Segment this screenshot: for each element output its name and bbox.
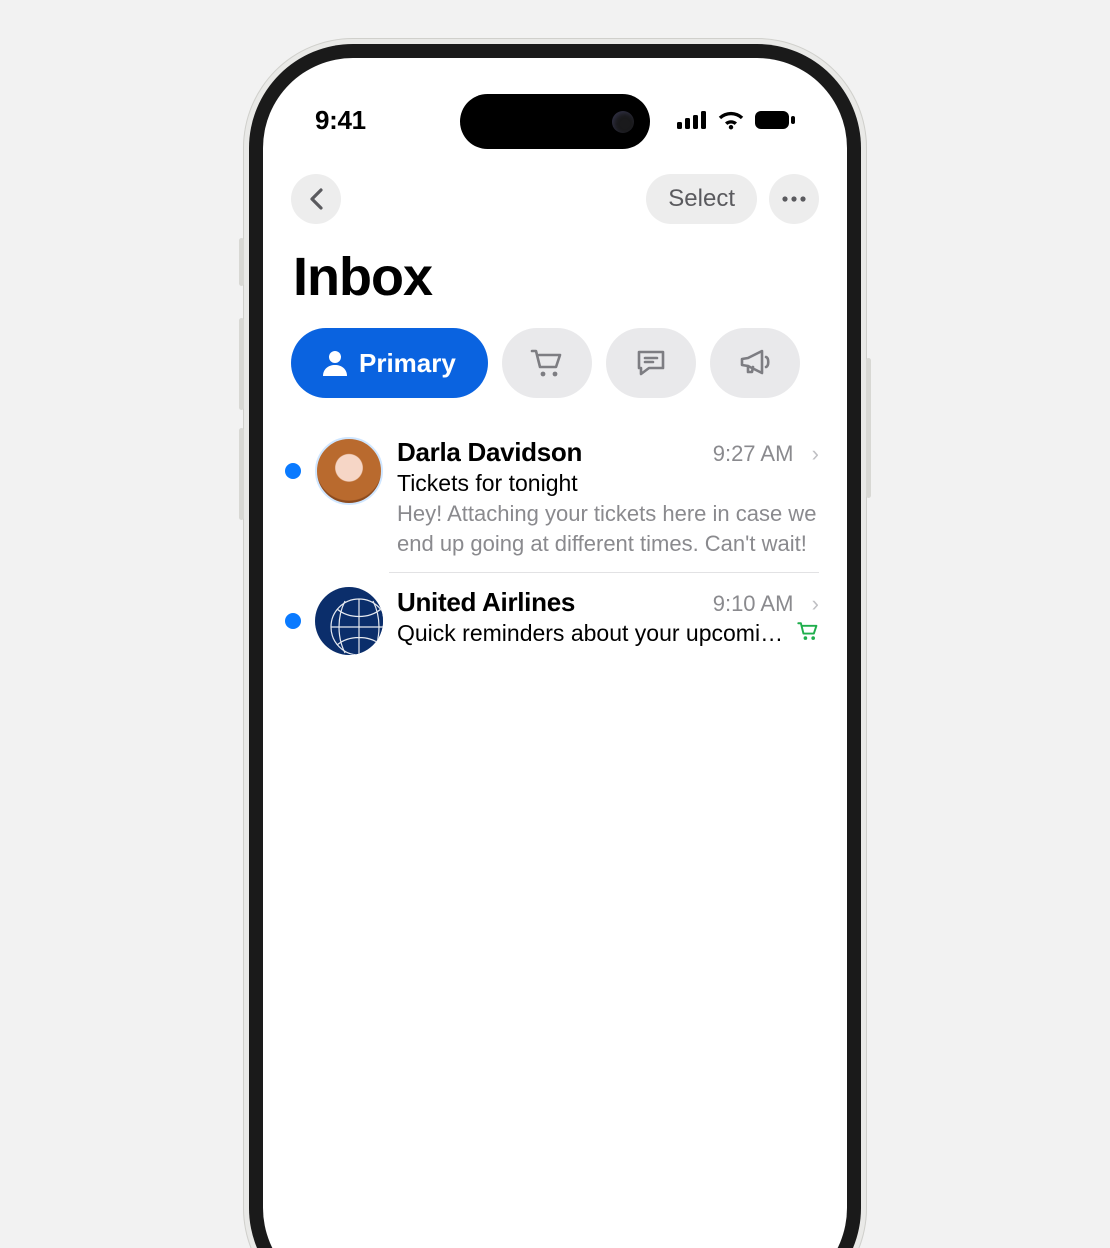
page-title: Inbox [293,246,819,308]
cellular-icon [677,111,707,129]
cart-icon [530,348,564,378]
screen: 9:41 Select [263,58,847,1248]
tab-shopping[interactable] [502,328,592,398]
dynamic-island [460,94,650,149]
ellipsis-icon [782,196,806,202]
unread-dot [285,463,301,479]
chevron-right-icon: › [799,591,819,616]
message-row[interactable]: Darla Davidson 9:27 AM › Tickets for ton… [291,422,819,572]
category-tabs: Primary [291,328,819,398]
tab-primary-label: Primary [359,348,456,379]
nav-bar: Select [291,174,819,224]
volume-down-button [239,428,244,520]
shopping-badge [797,620,819,647]
status-time: 9:41 [315,105,366,136]
message-list: Darla Davidson 9:27 AM › Tickets for ton… [291,422,819,669]
chevron-left-icon [309,188,323,210]
wifi-icon [717,110,745,130]
unread-dot [285,613,301,629]
person-icon [323,350,347,376]
chevron-right-icon: › [799,441,819,466]
message-subject: Quick reminders about your upcoming… [397,620,787,647]
phone-frame: 9:41 Select [243,38,867,1248]
tab-conversations[interactable] [606,328,696,398]
back-button[interactable] [291,174,341,224]
side-button [866,358,871,498]
cart-icon [797,621,819,641]
chat-icon [635,348,667,378]
volume-up-button [239,318,244,410]
mute-switch [239,238,244,286]
message-preview: Hey! Attaching your tickets here in case… [397,499,819,558]
avatar [315,437,383,505]
message-time: 9:10 AM › [713,591,819,617]
battery-icon [755,111,795,129]
message-sender: United Airlines [397,587,575,618]
more-button[interactable] [769,174,819,224]
message-row[interactable]: United Airlines 9:10 AM › Quick reminder… [389,572,819,669]
message-time: 9:27 AM › [713,441,819,467]
avatar [315,587,383,655]
message-sender: Darla Davidson [397,437,582,468]
select-button[interactable]: Select [646,174,757,224]
message-subject: Tickets for tonight [397,470,819,497]
tab-primary[interactable]: Primary [291,328,488,398]
megaphone-icon [738,349,772,377]
tab-promotions[interactable] [710,328,800,398]
